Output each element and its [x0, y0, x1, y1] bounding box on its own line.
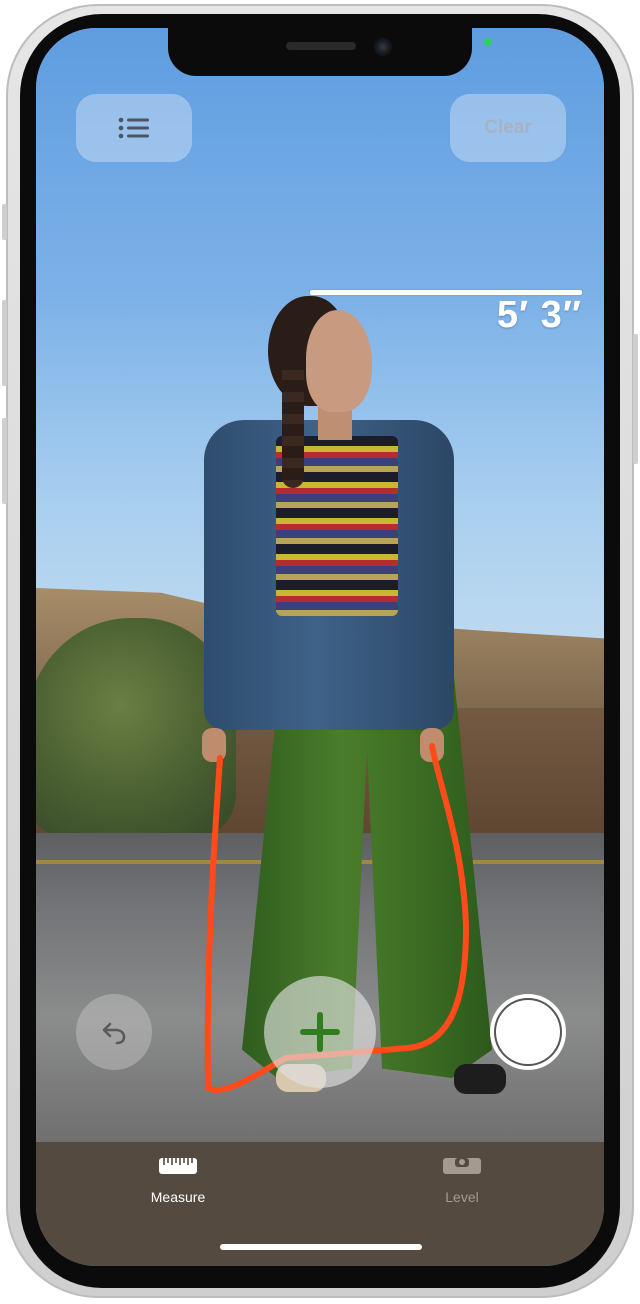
volume-down-button — [2, 418, 7, 504]
add-point-button[interactable] — [264, 976, 376, 1088]
tab-level[interactable]: Level — [392, 1156, 532, 1205]
tab-measure[interactable]: Measure — [108, 1156, 248, 1205]
home-indicator[interactable] — [220, 1244, 422, 1250]
clear-button[interactable]: Clear — [450, 94, 566, 162]
measurements-list-button[interactable] — [76, 94, 192, 162]
speaker-grille — [286, 42, 356, 50]
measurement-label: 5′ 3″ — [496, 294, 582, 336]
tab-measure-label: Measure — [150, 1189, 206, 1205]
shutter-button[interactable] — [490, 994, 566, 1070]
level-icon — [443, 1158, 481, 1174]
front-camera — [374, 38, 392, 56]
ruler-icon — [159, 1158, 197, 1174]
undo-icon — [102, 1022, 126, 1045]
volume-up-button — [2, 300, 7, 386]
power-button — [633, 334, 638, 464]
side-button — [2, 204, 7, 240]
camera-in-use-indicator — [484, 38, 492, 46]
list-icon — [118, 117, 149, 139]
tab-level-label: Level — [445, 1189, 479, 1205]
notch — [168, 28, 472, 76]
screen: 5′ 3″ Clear Measure Level — [36, 28, 604, 1266]
plus-icon — [300, 1012, 340, 1052]
undo-button[interactable] — [76, 994, 152, 1070]
